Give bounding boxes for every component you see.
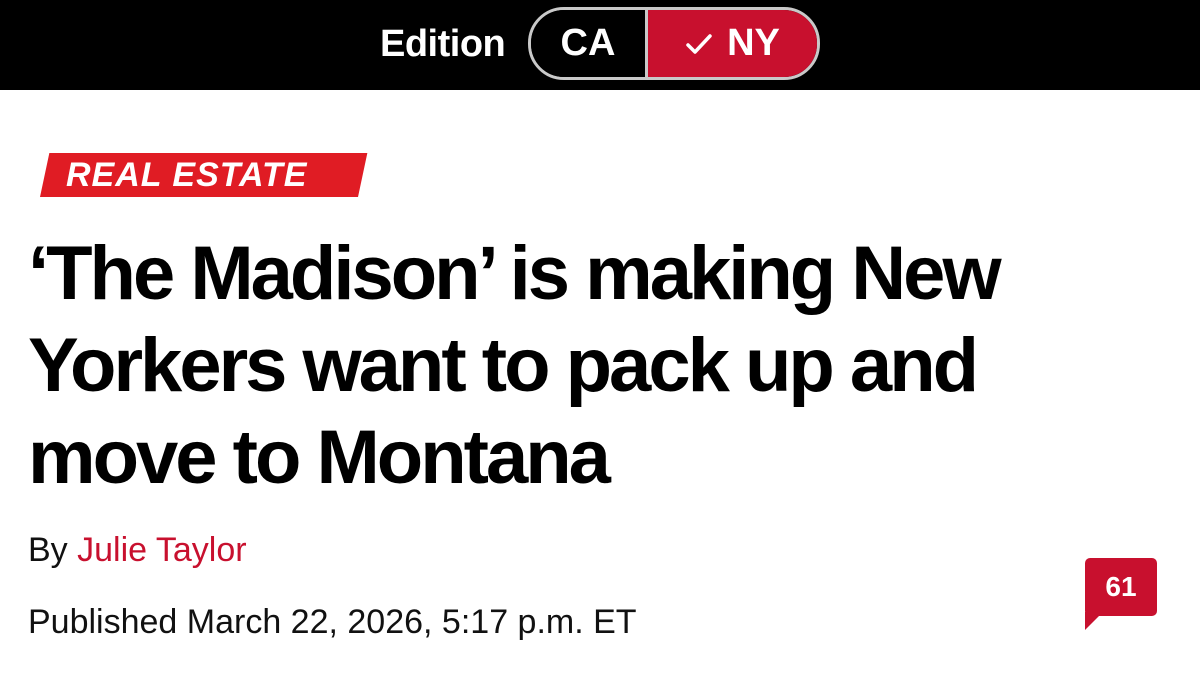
- section-tag[interactable]: REAL ESTATE: [66, 153, 307, 197]
- author-link[interactable]: Julie Taylor: [77, 531, 246, 569]
- byline: By Julie Taylor: [28, 528, 247, 572]
- headline: ‘The Madison’ is making New Yorkers want…: [28, 231, 1002, 500]
- edition-option-ny-label: NY: [727, 22, 780, 64]
- edition-toggle[interactable]: CA NY: [528, 7, 820, 80]
- byline-prefix: By: [28, 531, 68, 569]
- edition-bar: Edition CA NY: [0, 0, 1200, 90]
- edition-option-ca[interactable]: CA: [531, 10, 648, 77]
- edition-option-ca-label: CA: [560, 22, 616, 64]
- comment-bubble-tail: [1085, 612, 1103, 630]
- comment-count: 61: [1105, 571, 1137, 602]
- edition-option-ny[interactable]: NY: [648, 10, 817, 77]
- edition-label: Edition: [380, 23, 506, 65]
- check-icon: [686, 33, 712, 54]
- comment-count-button[interactable]: 61: [1085, 558, 1157, 616]
- article-page: Edition CA NY REAL ESTATE ‘The Madison’ …: [0, 0, 1200, 692]
- published-date: Published March 22, 2026, 5:17 p.m. ET: [28, 603, 637, 641]
